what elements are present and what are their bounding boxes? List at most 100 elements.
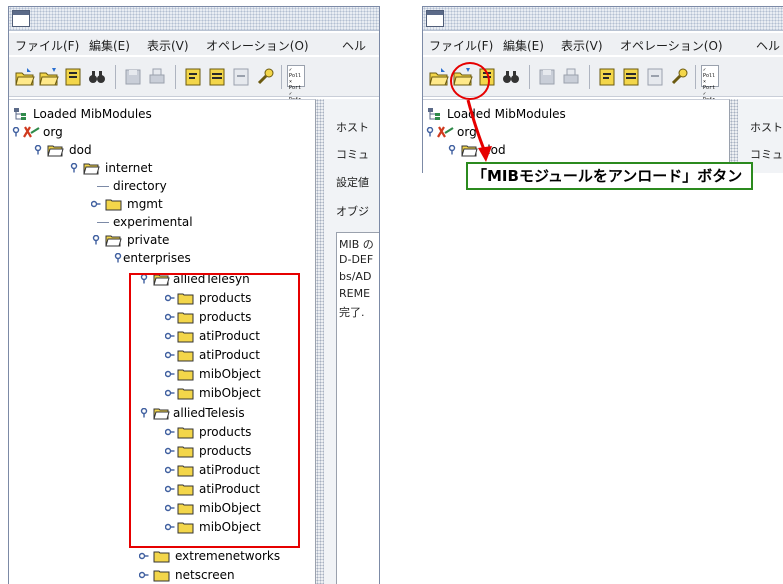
poll-label: ✓ Poll [289,67,302,79]
folder-icon [153,570,170,582]
toolbar-separator [281,65,282,89]
paste-button[interactable] [207,67,227,87]
log-line: bs/AD [339,270,372,283]
find-icon [503,71,519,83]
toolbar-separator [529,65,530,89]
paste-icon [209,68,225,86]
setting-value-label: 設定値 [336,176,369,189]
wrench-button[interactable] [255,67,275,87]
menu-edit[interactable]: 編集(E) [89,37,130,54]
object-label: オブジ [336,205,369,218]
log-line: MIB の [339,238,374,251]
load-mib-button[interactable] [429,67,449,87]
tree-label: extremenetworks [175,549,281,563]
unload-mib-icon [39,68,59,86]
menu-file[interactable]: ファイル(F) [15,37,79,54]
copy-icon [185,68,201,86]
copy-icon [599,68,615,86]
port-label: × Port [289,79,302,91]
tree-label: internet [105,161,153,175]
host-label: ホスト [336,121,369,134]
copy-button[interactable] [597,67,617,87]
save-icon [125,69,141,85]
properties-pane: ホスト コミュ 設定値 オブジ MIB の D-DEF bs/AD REME 完… [324,99,379,584]
expanded-handle-icon [448,145,456,155]
highlight-box [129,273,300,548]
menu-edit[interactable]: 編集(E) [503,37,544,54]
tree-label: org [43,125,63,139]
menu-bar: ファイル(F) 編集(E) 表示(V) オペレーション(O) ヘル [423,33,783,55]
paste-icon [623,68,639,86]
find-button[interactable] [501,67,521,87]
expanded-handle-icon [70,163,78,173]
unload-mib-button[interactable] [39,67,59,87]
menu-operation[interactable]: オペレーション(O) [620,37,723,54]
find-button[interactable] [87,67,107,87]
folder-icon [105,199,122,211]
wrench-button[interactable] [669,67,689,87]
wrench-icon [257,68,274,85]
menu-bar: ファイル(F) 編集(E) 表示(V) オペレーション(O) ヘル [9,33,379,55]
print-button[interactable] [147,67,167,87]
tree-root-icon [428,108,440,120]
load-mib-icon [15,68,35,86]
toolbar-separator [175,65,176,89]
paste-button[interactable] [621,67,641,87]
collapsed-handle-icon [91,200,101,208]
load-mib-icon [429,68,449,86]
graph-button[interactable] [231,67,251,87]
menu-file[interactable]: ファイル(F) [429,37,493,54]
poll-port-refresh-button[interactable]: ✓ Poll × Port ✓ Refr [287,65,305,103]
leaf-connector [97,222,109,223]
print-icon [563,68,579,84]
log-line: REME [339,287,371,300]
window-icon[interactable] [12,10,30,27]
open-folder-icon [83,163,100,175]
log-area[interactable]: MIB の D-DEF bs/AD REME 完了. [336,232,379,584]
tree-label: directory [113,179,167,193]
tree-label: mgmt [127,197,163,211]
save-button[interactable] [537,67,557,87]
expanded-handle-icon [114,253,122,263]
toolbar-separator [589,65,590,89]
pane-splitter[interactable] [316,99,324,584]
print-button[interactable] [561,67,581,87]
open-folder-icon [47,145,64,157]
graph-button[interactable] [645,67,665,87]
copy-button[interactable] [183,67,203,87]
wrench-icon [671,68,688,85]
graph-icon [233,68,249,86]
title-bar[interactable] [423,7,783,31]
tree-label: experimental [113,215,193,229]
community-label: コミュ [750,148,783,161]
title-bar[interactable] [9,7,379,31]
expanded-handle-icon [426,127,434,137]
menu-view[interactable]: 表示(V) [147,37,189,54]
save-button[interactable] [123,67,143,87]
community-label: コミュ [336,148,369,161]
mib-file-icon [65,68,81,86]
tree-label: enterprises [123,251,191,265]
port-label: × Port [703,79,716,91]
log-line: D-DEF [339,253,374,266]
mib-file-button[interactable] [63,67,83,87]
print-icon [149,68,165,84]
tree-label: netscreen [175,568,235,582]
open-folder-icon [105,235,122,247]
tree-label: dod [69,143,92,157]
tree-label: private [127,233,170,247]
load-mib-button[interactable] [15,67,35,87]
collapsed-handle-icon [139,552,149,560]
menu-help[interactable]: ヘル [756,37,780,54]
poll-port-refresh-button[interactable]: ✓ Poll × Port ✓ Refr [701,65,719,103]
menu-view[interactable]: 表示(V) [561,37,603,54]
find-icon [89,71,105,83]
menu-operation[interactable]: オペレーション(O) [206,37,309,54]
toolbar: ✓ Poll × Port ✓ Refr [9,57,379,103]
graph-icon [647,68,663,86]
menu-help[interactable]: ヘル [342,37,366,54]
leaf-connector [97,186,109,187]
window-icon[interactable] [426,10,444,27]
host-label: ホスト [750,121,783,134]
tree-label: dod [483,143,506,157]
